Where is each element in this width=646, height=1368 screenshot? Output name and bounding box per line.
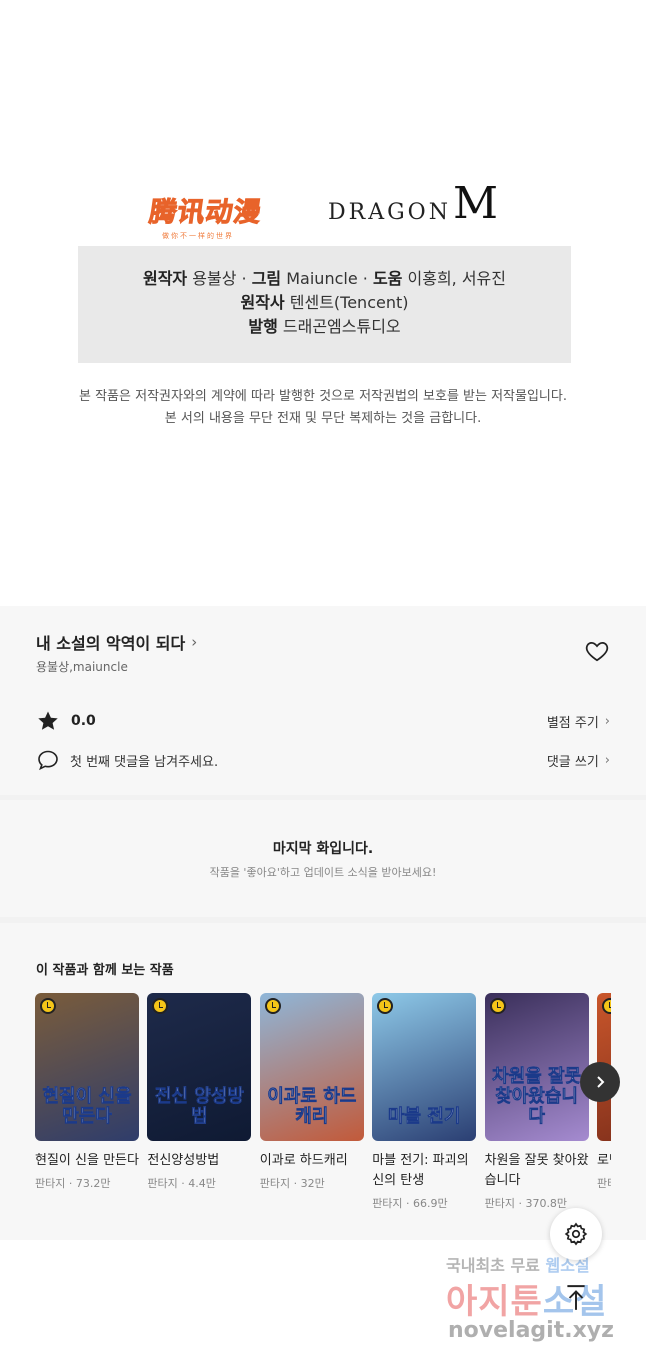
credit-value-publisher: 드래곤엠스튜디오 [282,317,401,336]
publisher-logos: 腾讯动漫 做你不一样的世界 DRAGON M [0,176,646,241]
recommendation-item[interactable]: 이과로 하드캐리 이과로 하드캐리 판타지 · 32만 [259,993,364,1191]
recommendations-title: 이 작품과 함께 보는 작품 [36,963,174,978]
recommendations-carousel[interactable]: 현질이 신을 만든다 현질이 신을 만든다 판타지 · 73.2만 전신 양성방법 전신… [35,993,611,1223]
credit-separator: · [362,269,368,288]
last-episode-subtitle: 작품을 '좋아요'하고 업데이트 소식을 받아보세요! [209,866,437,879]
cover-title-art: 이과로 하드캐리 [267,1086,357,1127]
recommendation-item[interactable]: 현질이 신을 만든다 현질이 신을 만든다 판타지 · 73.2만 [35,993,139,1191]
recommendation-meta: 판타지 · 73.2만 [35,1177,111,1190]
comment-prompt-row[interactable]: 첫 번째 댓글을 남겨주세요. [36,748,218,772]
tencent-logo-mark: 腾讯动漫 [147,197,264,229]
recommendation-meta: 판타지 · 4.4만 [147,1177,216,1190]
credit-line-1: 원작자 용불상 · 그림 Maiuncle · 도움 이홍희, 서유진 [78,267,571,291]
rating-score: 0.0 [71,713,96,729]
chevron-right-icon [597,1076,605,1088]
cover-title-art: 현질이 신을 만든다 [42,1086,132,1127]
site-watermark: 국내최초 무료 웹소설 아지툰소설 novelagit.xyz [446,1252,636,1352]
rating-row: 0.0 [36,708,610,734]
tencent-comics-logo: 腾讯动漫 做你不一样的世界 [147,190,280,241]
gear-icon [564,1222,588,1246]
rate-button-label: 별점 주기 [546,716,599,731]
comment-bubble-icon [38,750,58,771]
comment-prompt: 첫 번째 댓글을 남겨주세요. [70,754,219,770]
write-comment-button[interactable]: 댓글 쓰기 › [547,751,610,770]
clock-badge-icon [152,998,169,1014]
credit-label-origin: 원작사 [240,293,285,312]
recommendation-item[interactable]: 마블 전기마블 전기: 파괴의 신의 탄생판타지 · 66.9만 [372,993,477,1211]
cover-title-art: 전신 양성방법 [154,1086,245,1127]
carousel-next-button[interactable] [580,1062,620,1102]
copyright-line-2: 본 서의 내용을 무단 전재 및 무단 복제하는 것을 금합니다. [164,411,482,426]
recommendation-title: 전신양성방법 [147,1153,220,1168]
credit-value-art: Maiuncle [286,269,358,288]
credit-label-publisher: 발행 [248,317,278,336]
recommendation-title: 차원을 잘못 찾아왔습니다 [484,1153,589,1188]
dragon-m-logo: DRAGON M [328,176,498,226]
recommendation-cover[interactable]: 마블 전기 [372,993,477,1141]
recommendation-meta: 판타지 · 32만 [259,1177,325,1190]
clock-badge-icon [377,998,394,1014]
settings-button[interactable] [550,1208,602,1260]
credit-value-origin: 텐센트(Tencent) [289,293,409,312]
credit-line-2: 원작사 텐센트(Tencent) [78,291,571,315]
cover-title-art: 마블 전기 [387,1106,461,1127]
credit-value-assist: 이홍희, 서유진 [407,269,507,288]
recommendation-meta: 판타지 [597,1177,611,1190]
watermark-text: 아지툰 [446,1282,543,1322]
watermark-text: 국내최초 무료 [446,1256,546,1275]
watermark-line-3: novelagit.xyz [448,1318,614,1343]
recommendation-cover[interactable]: 전신 양성방법 [147,993,252,1141]
recommendation-cover[interactable]: 이과로 하드캐리 [259,993,364,1141]
credits-box: 원작자 용불상 · 그림 Maiuncle · 도움 이홍희, 서유진 원작사 … [78,246,571,363]
credit-value-author: 용불상 [192,269,237,288]
clock-badge-icon [40,998,56,1014]
scroll-top-button[interactable] [561,1283,591,1313]
recommendation-item[interactable]: 차원을 잘못 찾아왔습니다 차원을 잘못 찾아왔습니다 판타지 · 370.8만 [484,993,589,1211]
recommendation-title: 로맨스 판타지 승 [597,1153,611,1168]
recommendation-cover[interactable]: 현질이 신을 만든다 [35,993,139,1141]
clock-badge-icon [264,998,281,1014]
credit-label-art: 그림 [251,269,282,288]
recommendation-cover[interactable]: 차원을 잘못 찾아왔습니다 [484,993,589,1141]
chevron-right-icon: › [191,633,198,651]
copyright-line-1: 본 작품은 저작권자와의 계약에 따라 발행한 것으로 저작권법의 보호를 받는… [79,389,567,404]
clock-badge-icon [602,998,611,1014]
credit-line-3: 발행 드래곤엠스튜디오 [78,315,571,339]
work-title-link[interactable]: 내 소설의 악역이 되다 › [36,630,197,654]
credit-separator: · [241,269,247,288]
copyright-notice: 본 작품은 저작권자와의 계약에 따라 발행한 것으로 저작권법의 보호를 받는… [0,386,646,430]
tencent-logo-subtitle: 做你不一样的世界 [162,232,234,240]
write-comment-label: 댓글 쓰기 [546,755,599,770]
arrow-up-icon [567,1285,585,1310]
recommendation-meta: 판타지 · 66.9만 [372,1197,448,1210]
last-episode-title: 마지막 화입니다. [272,841,374,857]
dragon-logo-word: DRAGON [328,200,451,225]
dragon-logo-m: M [452,178,499,229]
heart-icon[interactable] [584,638,610,664]
work-authors: 용불상,maiuncle [36,660,128,674]
work-title: 내 소설의 악역이 되다 [36,634,186,653]
recommendation-title: 이과로 하드캐리 [259,1153,348,1168]
recommendation-title: 마블 전기: 파괴의 신의 탄생 [372,1153,469,1188]
recommendation-title: 현질이 신을 만든다 [35,1153,139,1168]
credit-label-author: 원작자 [142,269,188,288]
credit-label-assist: 도움 [372,269,403,288]
rate-button[interactable]: 별점 주기 › [547,712,610,731]
clock-badge-icon [489,998,506,1014]
star-icon [38,711,58,730]
recommendation-item[interactable]: 전신 양성방법전신양성방법판타지 · 4.4만 [147,993,252,1191]
chevron-right-icon: › [604,753,610,768]
cover-title-art: 차원을 잘못 찾아왔습니다 [492,1066,582,1127]
chevron-right-icon: › [604,714,610,729]
last-episode-card [0,800,646,917]
